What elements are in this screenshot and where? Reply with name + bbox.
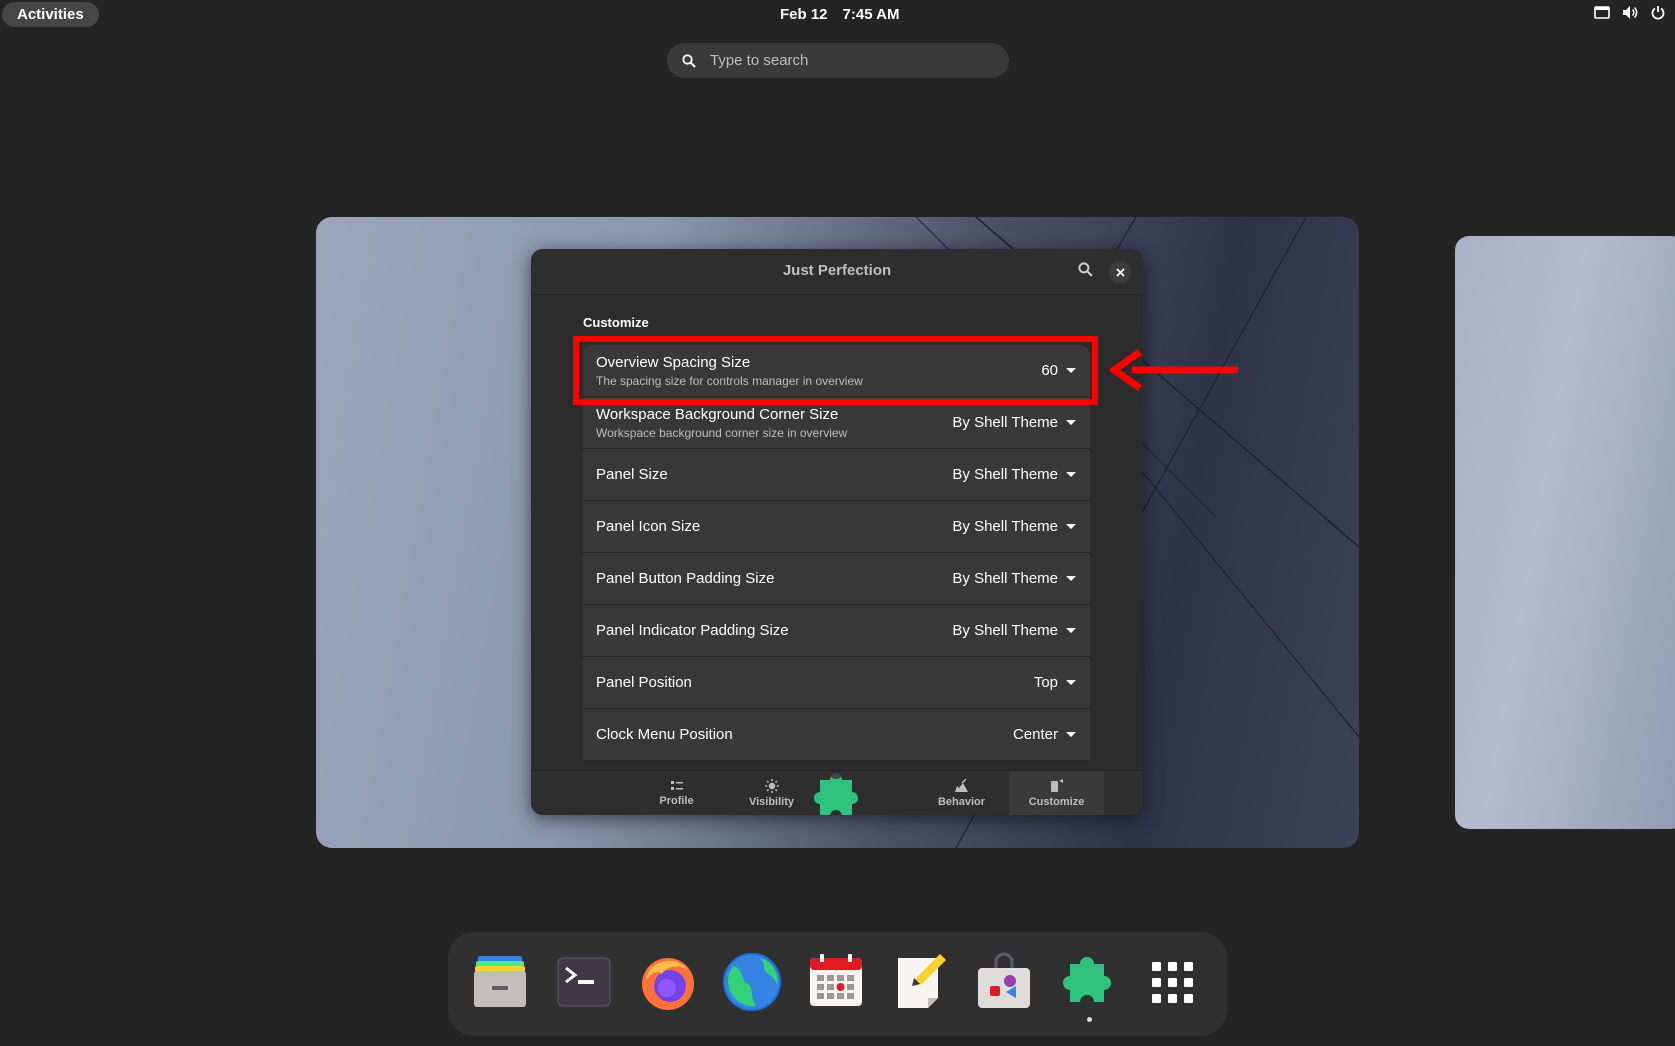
terminal-icon xyxy=(557,957,611,1007)
workspace-thumbnail-next[interactable] xyxy=(1455,236,1675,829)
row-label: Panel Position xyxy=(596,674,692,691)
dock-item-extensions[interactable] xyxy=(1056,950,1120,1014)
row-panel-button-padding-size[interactable]: Panel Button Padding Size By Shell Theme xyxy=(583,553,1090,605)
profile-icon xyxy=(670,780,683,790)
top-bar: Activities Feb 12 7:45 AM xyxy=(0,0,1675,30)
dropdown-panel-position[interactable]: Top xyxy=(1034,674,1076,691)
visibility-icon xyxy=(764,778,779,793)
dropdown-panel-size[interactable]: By Shell Theme xyxy=(952,466,1076,483)
just-perfection-window: Just Perfection Customize Overview Spaci… xyxy=(531,249,1143,815)
row-panel-position[interactable]: Panel Position Top xyxy=(583,657,1090,709)
dock-item-calendar[interactable] xyxy=(804,950,868,1014)
customize-icon xyxy=(1050,778,1063,792)
tab-label: Profile xyxy=(659,794,694,807)
activities-button[interactable]: Activities xyxy=(2,2,99,27)
tab-label: Customize xyxy=(1028,795,1085,808)
power-icon xyxy=(1651,6,1665,20)
clock-date: Feb 12 xyxy=(780,6,828,23)
dropdown-value: Top xyxy=(1033,674,1058,691)
row-label: Panel Button Padding Size xyxy=(596,570,775,587)
dock xyxy=(448,932,1227,1036)
system-tray[interactable] xyxy=(1594,5,1665,20)
window-header: Just Perfection xyxy=(531,249,1143,295)
dropdown-value: By Shell Theme xyxy=(952,414,1058,431)
tab-profile[interactable]: Profile xyxy=(629,771,724,815)
row-label: Workspace Background Corner Size xyxy=(596,405,839,423)
row-label: Panel Indicator Padding Size xyxy=(596,622,789,639)
section-title: Customize xyxy=(583,315,649,330)
dock-item-files[interactable] xyxy=(468,950,532,1014)
dropdown-workspace-background-corner-size[interactable]: By Shell Theme xyxy=(952,414,1076,431)
chevron-down-icon xyxy=(1066,524,1076,529)
row-label: Panel Size xyxy=(596,466,668,483)
clock-time: 7:45 AM xyxy=(842,6,900,23)
row-sublabel: Workspace background corner size in over… xyxy=(596,425,848,440)
dock-item-web[interactable] xyxy=(720,950,784,1014)
calendar-icon xyxy=(810,954,862,1006)
tab-label: Visibility xyxy=(748,795,795,808)
tab-behavior[interactable]: Behavior xyxy=(914,771,1009,815)
close-icon xyxy=(1115,267,1125,277)
chevron-down-icon xyxy=(1066,628,1076,633)
firefox-icon xyxy=(642,958,694,1010)
clock-button[interactable]: Feb 12 7:45 AM xyxy=(780,6,900,23)
dropdown-value: By Shell Theme xyxy=(952,622,1058,639)
row-clock-menu-position[interactable]: Clock Menu Position Center xyxy=(583,709,1090,761)
dock-item-text-editor[interactable] xyxy=(888,950,952,1014)
dropdown-panel-button-padding-size[interactable]: By Shell Theme xyxy=(952,570,1076,587)
chevron-down-icon xyxy=(1066,680,1076,685)
chevron-down-icon xyxy=(1066,576,1076,581)
chevron-down-icon xyxy=(1066,472,1076,477)
dock-item-terminal[interactable] xyxy=(552,950,616,1014)
text-editor-icon xyxy=(898,954,946,1008)
app-grid-icon xyxy=(1152,962,1193,1003)
chevron-down-icon xyxy=(1066,732,1076,737)
search-input[interactable] xyxy=(708,51,982,70)
view-switcher: Profile Visibility Behavior Customize xyxy=(531,770,1143,815)
extensions-icon xyxy=(814,773,858,815)
extensions-icon xyxy=(1063,957,1111,1002)
window-title: Just Perfection xyxy=(782,262,892,279)
row-label: Panel Icon Size xyxy=(596,518,701,535)
behavior-icon xyxy=(955,778,968,792)
dropdown-clock-menu-position[interactable]: Center xyxy=(1013,726,1076,743)
network-icon xyxy=(1594,5,1610,19)
dropdown-panel-indicator-padding-size[interactable]: By Shell Theme xyxy=(952,622,1076,639)
tab-visibility[interactable]: Visibility xyxy=(724,771,819,815)
software-icon xyxy=(978,952,1030,1008)
search-icon xyxy=(682,53,696,68)
tab-customize[interactable]: Customize xyxy=(1009,771,1104,815)
search-icon[interactable] xyxy=(1078,262,1093,277)
dropdown-value: By Shell Theme xyxy=(952,518,1058,535)
tab-label: Behavior xyxy=(937,795,986,808)
close-button[interactable] xyxy=(1109,261,1131,283)
dropdown-value: By Shell Theme xyxy=(952,466,1058,483)
dropdown-value: Center xyxy=(1012,726,1058,743)
dock-item-app-grid[interactable] xyxy=(1140,950,1204,1014)
dropdown-panel-icon-size[interactable]: By Shell Theme xyxy=(952,518,1076,535)
dock-item-software[interactable] xyxy=(972,950,1036,1014)
row-panel-icon-size[interactable]: Panel Icon Size By Shell Theme xyxy=(583,501,1090,553)
dock-item-firefox[interactable] xyxy=(636,950,700,1014)
settings-list: Overview Spacing Size The spacing size fo… xyxy=(583,345,1090,761)
files-icon xyxy=(474,956,526,1007)
volume-icon xyxy=(1623,6,1638,19)
row-label: Clock Menu Position xyxy=(596,726,733,743)
overview-search[interactable] xyxy=(667,43,1009,78)
row-panel-size[interactable]: Panel Size By Shell Theme xyxy=(583,449,1090,501)
dropdown-value: By Shell Theme xyxy=(952,570,1058,587)
web-browser-icon xyxy=(723,953,781,1011)
arrow-left-icon xyxy=(1110,349,1238,391)
running-indicator xyxy=(1087,1017,1092,1022)
chevron-down-icon xyxy=(1066,420,1076,425)
highlight-box xyxy=(573,336,1098,405)
row-panel-indicator-padding-size[interactable]: Panel Indicator Padding Size By Shell Th… xyxy=(583,605,1090,657)
